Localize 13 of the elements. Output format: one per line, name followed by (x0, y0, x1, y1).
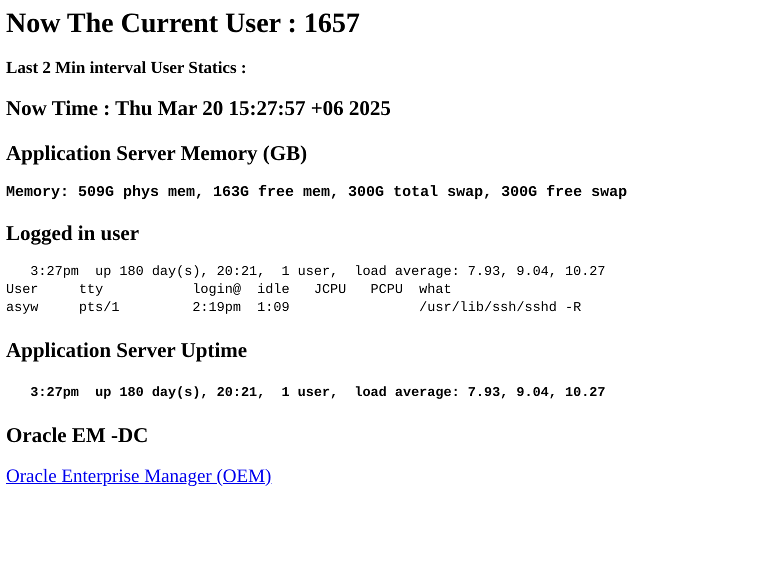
oem-link[interactable]: Oracle Enterprise Manager (OEM) (6, 466, 272, 488)
terminal-line: asyw pts/1 2:19pm 1:09 /usr/lib/ssh/sshd -R (6, 300, 582, 318)
page-title: Now The Current User : 1657 (6, 8, 360, 40)
interval-label: Last 2 Min interval User Statics : (6, 58, 246, 78)
uptime-line: 3:27pm up 180 day(s), 20:21, 1 user, load average: 7.93, 9.04, 10.27 (29, 385, 606, 403)
now-time: Now Time : Thu Mar 20 15:27:57 +06 2025 (6, 96, 391, 121)
memory-text: Memory: 509G phys mem, 163G free mem, 300G total swap, 300G free swap (6, 184, 628, 201)
terminal-line: User tty login@ idle JCPU PCPU what (6, 282, 452, 300)
section-heading: Logged in user (6, 221, 140, 246)
section-heading: Application Server Uptime (6, 338, 248, 363)
section-heading: Oracle EM -DC (6, 423, 148, 448)
section-heading: Application Server Memory (GB) (6, 141, 308, 166)
terminal-line: 3:27pm up 180 day(s), 20:21, 1 user, load average: 7.93, 9.04, 10.27 (29, 264, 606, 282)
